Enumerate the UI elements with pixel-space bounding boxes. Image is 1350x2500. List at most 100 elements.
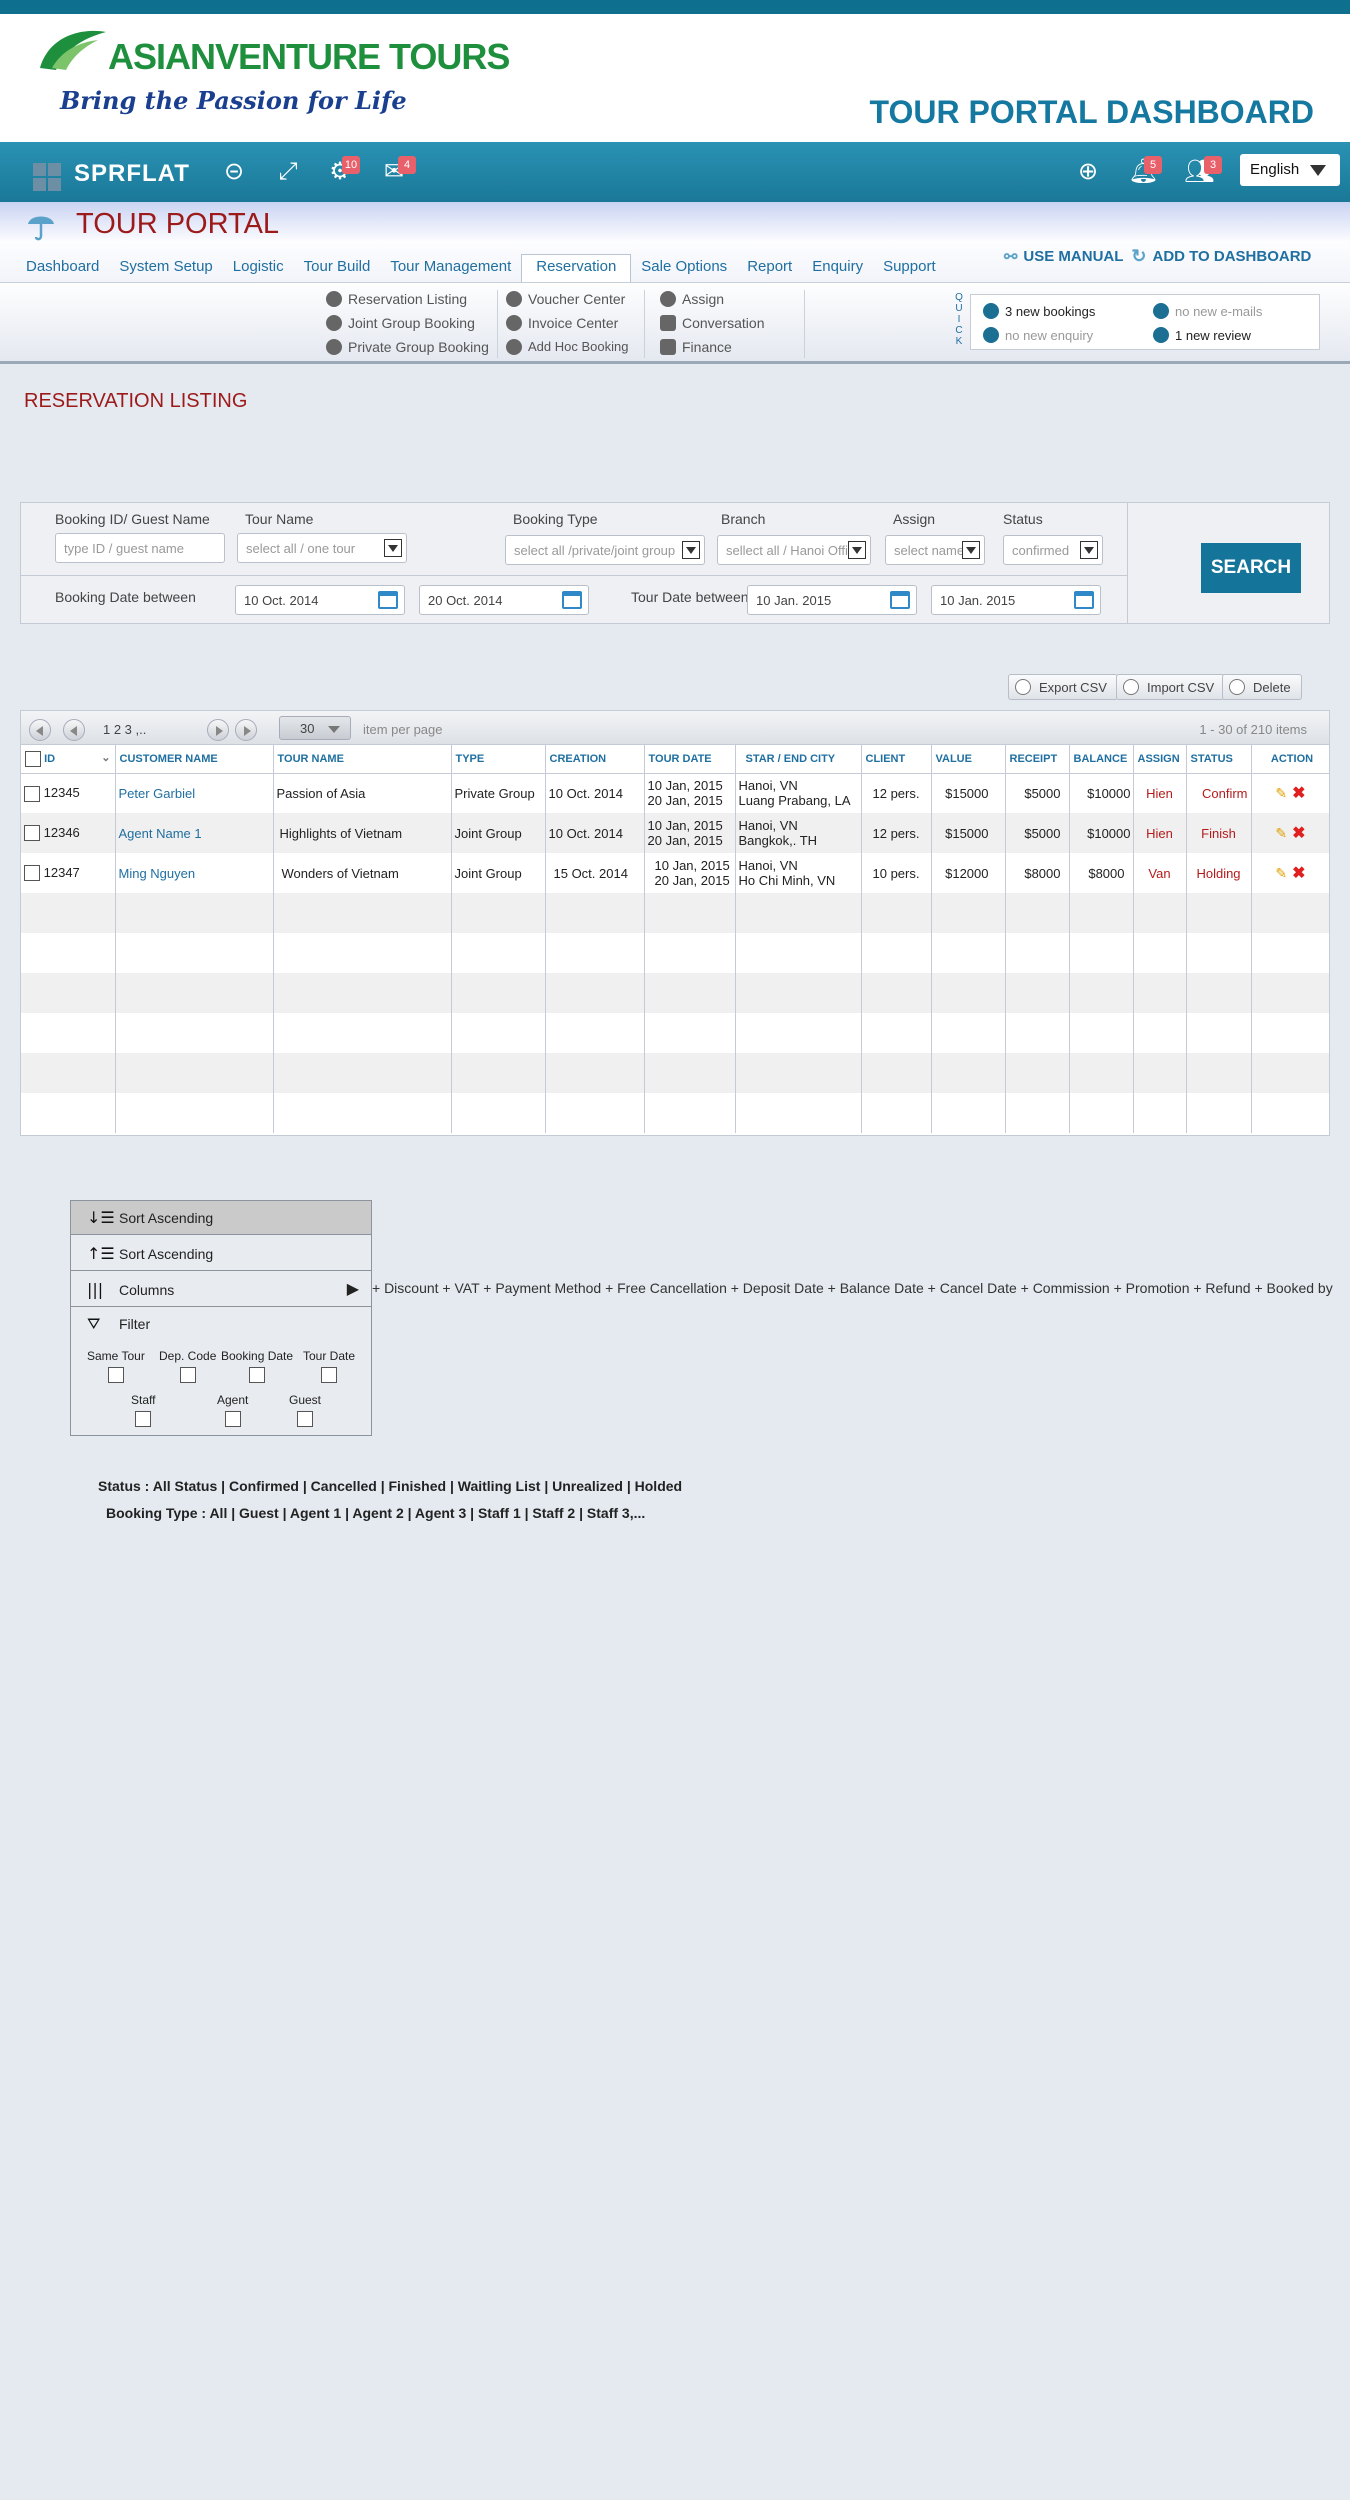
booking-date-from[interactable]: 10 Oct. 2014: [235, 585, 405, 615]
col-id[interactable]: ID ⌄: [21, 745, 116, 774]
export-csv-button[interactable]: Export CSV: [1008, 674, 1118, 700]
col-tour-date[interactable]: TOUR DATE: [644, 745, 736, 774]
col-value[interactable]: VALUE: [931, 745, 1006, 774]
select-all-checkbox[interactable]: [25, 750, 41, 767]
columns-item[interactable]: ||| Columns ▶: [71, 1273, 371, 1307]
windows-icon[interactable]: [32, 162, 62, 192]
submenu-joint-group-booking[interactable]: Joint Group Booking: [326, 312, 489, 333]
delete-x-icon[interactable]: ✖: [1292, 865, 1306, 881]
last-page-icon[interactable]: [235, 719, 257, 741]
back-circle-icon[interactable]: ⊝: [220, 158, 248, 186]
column-options-list[interactable]: + Discount + VAT + Payment Method + Free…: [372, 1280, 1333, 1296]
table-row[interactable]: 12346 Agent Name 1 Highlights of Vietnam…: [21, 813, 1330, 853]
filter-same-tour[interactable]: Same Tour: [87, 1349, 145, 1383]
first-page-icon[interactable]: [29, 719, 51, 741]
calendar-icon[interactable]: [562, 591, 582, 609]
checkbox[interactable]: [249, 1367, 266, 1383]
filter-agent[interactable]: Agent: [217, 1393, 248, 1427]
calendar-icon[interactable]: [890, 591, 910, 609]
calendar-icon[interactable]: [378, 591, 398, 609]
customer-name[interactable]: Peter Garbiel: [115, 773, 274, 813]
sort-ascending-item[interactable]: ↓☰ Sort Ascending: [71, 1201, 371, 1235]
nav-report[interactable]: Report: [737, 254, 802, 282]
quick-new-bookings[interactable]: 3 new bookings: [983, 303, 1095, 319]
nav-tour-build[interactable]: Tour Build: [294, 254, 381, 282]
download-icon[interactable]: ⊕: [1074, 158, 1102, 186]
submenu-assign[interactable]: Assign: [660, 288, 765, 309]
nav-dashboard[interactable]: Dashboard: [16, 254, 109, 282]
edit-pencil-icon[interactable]: ✎: [1274, 866, 1288, 880]
filter-item[interactable]: ⛛ Filter: [71, 1307, 371, 1341]
page-numbers[interactable]: 1 2 3 ,..: [103, 722, 146, 737]
quick-new-enquiry[interactable]: no new enquiry: [983, 327, 1093, 343]
nav-sale-options[interactable]: Sale Options: [631, 254, 737, 282]
col-creation[interactable]: CREATION: [545, 745, 645, 774]
sort-descending-item[interactable]: ↑☰ Sort Ascending: [71, 1237, 371, 1271]
nav-logistic[interactable]: Logistic: [223, 254, 294, 282]
checkbox[interactable]: [179, 1367, 196, 1383]
edit-pencil-icon[interactable]: ✎: [1274, 786, 1288, 800]
nav-enquiry[interactable]: Enquiry: [802, 254, 873, 282]
filter-staff[interactable]: Staff: [131, 1393, 155, 1427]
col-tour-name[interactable]: TOUR NAME: [273, 745, 452, 774]
col-receipt[interactable]: RECEIPT: [1005, 745, 1070, 774]
prev-page-icon[interactable]: [63, 719, 85, 741]
row-checkbox[interactable]: [24, 865, 40, 882]
row-checkbox[interactable]: [24, 785, 40, 802]
status-select[interactable]: confirmed: [1003, 535, 1103, 565]
submenu-reservation-listing[interactable]: Reservation Listing: [326, 288, 489, 309]
table-row[interactable]: 12345 Peter Garbiel Passion of Asia Priv…: [21, 773, 1330, 813]
submenu-conversation[interactable]: Conversation: [660, 312, 765, 333]
fullscreen-icon[interactable]: ⤢: [274, 158, 302, 186]
edit-pencil-icon[interactable]: ✎: [1274, 826, 1288, 840]
assign-select[interactable]: select name: [885, 535, 985, 565]
booking-id-input[interactable]: type ID / guest name: [55, 533, 225, 563]
filter-dep-code[interactable]: Dep. Code: [159, 1349, 216, 1383]
filter-guest[interactable]: Guest: [289, 1393, 321, 1427]
chevron-down-icon[interactable]: ⌄: [101, 751, 110, 764]
checkbox[interactable]: [107, 1367, 124, 1383]
col-assign[interactable]: ASSIGN: [1133, 745, 1187, 774]
submenu-voucher-center[interactable]: Voucher Center: [506, 288, 628, 309]
delete-x-icon[interactable]: ✖: [1292, 785, 1306, 801]
delete-button[interactable]: Delete: [1222, 674, 1302, 700]
submenu-private-group-booking[interactable]: Private Group Booking: [326, 336, 489, 357]
booking-type-select[interactable]: select all /private/joint group: [505, 535, 705, 565]
booking-date-to[interactable]: 20 Oct. 2014: [419, 585, 589, 615]
col-client[interactable]: CLIENT: [861, 745, 932, 774]
use-manual-link[interactable]: USE MANUAL: [1023, 248, 1123, 265]
col-city[interactable]: STAR / END CITY: [735, 745, 862, 774]
tour-date-from[interactable]: 10 Jan. 2015: [747, 585, 917, 615]
submenu-invoice-center[interactable]: Invoice Center: [506, 312, 628, 333]
filter-booking-date[interactable]: Booking Date: [221, 1349, 293, 1383]
checkbox[interactable]: [321, 1367, 338, 1383]
col-status[interactable]: STATUS: [1186, 745, 1252, 774]
nav-support[interactable]: Support: [873, 254, 946, 282]
customer-name[interactable]: Ming Nguyen: [115, 853, 274, 893]
checkbox[interactable]: [297, 1411, 313, 1427]
row-checkbox[interactable]: [24, 825, 40, 842]
submenu-add-hoc-booking[interactable]: Add Hoc Booking: [506, 336, 628, 357]
col-balance[interactable]: BALANCE: [1069, 745, 1134, 774]
tour-name-select[interactable]: select all / one tour: [237, 533, 407, 563]
add-to-dashboard-link[interactable]: ADD TO DASHBOARD: [1153, 248, 1312, 265]
import-csv-button[interactable]: Import CSV: [1116, 674, 1226, 700]
nav-reservation[interactable]: Reservation: [521, 254, 632, 282]
checkbox[interactable]: [135, 1411, 152, 1427]
delete-x-icon[interactable]: ✖: [1292, 825, 1306, 841]
customer-name[interactable]: Agent Name 1: [115, 813, 274, 853]
filter-tour-date[interactable]: Tour Date: [303, 1349, 355, 1383]
checkbox[interactable]: [224, 1411, 241, 1427]
col-customer-name[interactable]: CUSTOMER NAME: [115, 745, 274, 774]
calendar-icon[interactable]: [1074, 591, 1094, 609]
search-button[interactable]: SEARCH: [1201, 543, 1301, 593]
col-type[interactable]: TYPE: [451, 745, 546, 774]
next-page-icon[interactable]: [207, 719, 229, 741]
quick-new-emails[interactable]: no new e-mails: [1153, 303, 1262, 319]
nav-tour-management[interactable]: Tour Management: [380, 254, 521, 282]
tour-date-to[interactable]: 10 Jan. 2015: [931, 585, 1101, 615]
page-size-select[interactable]: 30: [279, 716, 351, 740]
quick-new-review[interactable]: 1 new review: [1153, 327, 1251, 343]
nav-system-setup[interactable]: System Setup: [109, 254, 222, 282]
language-select[interactable]: English: [1240, 154, 1340, 186]
